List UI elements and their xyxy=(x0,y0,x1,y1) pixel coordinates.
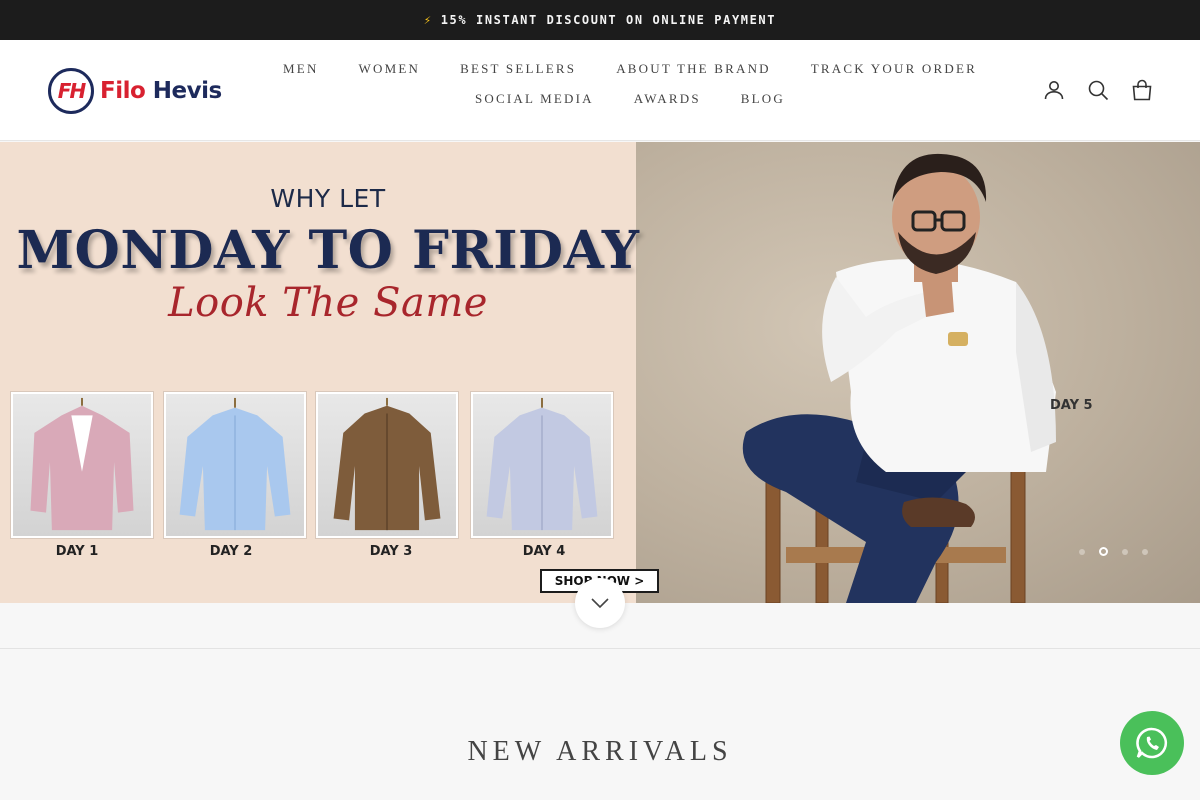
hero-script-text: Look The Same xyxy=(168,280,488,326)
cart-icon[interactable] xyxy=(1130,78,1154,102)
nav-blog[interactable]: BLOG xyxy=(721,91,805,107)
shirt-image-day-4 xyxy=(471,392,613,538)
nav-best-sellers[interactable]: BEST SELLERS xyxy=(440,61,596,77)
announcement-bar: ⚡ 15% INSTANT DISCOUNT ON ONLINE PAYMENT xyxy=(0,0,1200,40)
day-1-label: DAY 1 xyxy=(55,544,99,559)
logo-mark: FH xyxy=(48,68,94,114)
nav-awards[interactable]: AWARDS xyxy=(614,91,721,107)
slide-dot-1[interactable] xyxy=(1079,548,1085,555)
nav-social-media[interactable]: SOCIAL MEDIA xyxy=(455,91,614,107)
brand-logo[interactable]: FH Filo Hevis xyxy=(48,67,228,115)
day-2-label: DAY 2 xyxy=(209,544,253,559)
section-divider xyxy=(0,648,1200,649)
site-header: FH Filo Hevis MEN WOMEN BEST SELLERS ABO… xyxy=(0,40,1200,141)
model-photo xyxy=(742,153,1056,603)
search-icon[interactable] xyxy=(1086,78,1110,102)
main-nav: MEN WOMEN BEST SELLERS ABOUT THE BRAND T… xyxy=(270,54,990,114)
day-5-label: DAY 5 xyxy=(1050,398,1093,413)
shirt-image-day-2 xyxy=(164,392,306,538)
day-4-label: DAY 4 xyxy=(522,544,566,559)
chevron-down-icon xyxy=(591,598,609,609)
slide-dot-4[interactable] xyxy=(1142,548,1148,555)
whatsapp-chat-button[interactable] xyxy=(1120,711,1184,775)
announcement-text: 15% INSTANT DISCOUNT ON ONLINE PAYMENT xyxy=(440,13,777,27)
hero-headline: MONDAY TO FRIDAY xyxy=(16,220,640,281)
nav-about-the-brand[interactable]: ABOUT THE BRAND xyxy=(596,61,791,77)
account-icon[interactable] xyxy=(1042,78,1066,102)
shirt-image-day-1 xyxy=(11,392,153,538)
logo-wordmark: Filo Hevis xyxy=(100,78,222,104)
slide-dot-2[interactable] xyxy=(1099,547,1108,556)
slide-dot-3[interactable] xyxy=(1122,548,1128,555)
hero-banner[interactable]: WHY LET MONDAY TO FRIDAY Look The Same D… xyxy=(0,142,1200,603)
whatsapp-icon xyxy=(1136,727,1168,759)
section-title: NEW ARRIVALS xyxy=(467,736,733,767)
slider-dots xyxy=(1079,547,1148,556)
scroll-down-button[interactable] xyxy=(575,578,625,628)
nav-women[interactable]: WOMEN xyxy=(339,61,441,77)
lightning-icon: ⚡ xyxy=(423,13,433,27)
nav-men[interactable]: MEN xyxy=(263,61,339,77)
header-actions xyxy=(1042,78,1154,102)
nav-track-your-order[interactable]: TRACK YOUR ORDER xyxy=(791,61,997,77)
shirt-image-day-3 xyxy=(316,392,458,538)
day-3-label: DAY 3 xyxy=(369,544,413,559)
hero-kicker: WHY LET xyxy=(270,184,386,213)
